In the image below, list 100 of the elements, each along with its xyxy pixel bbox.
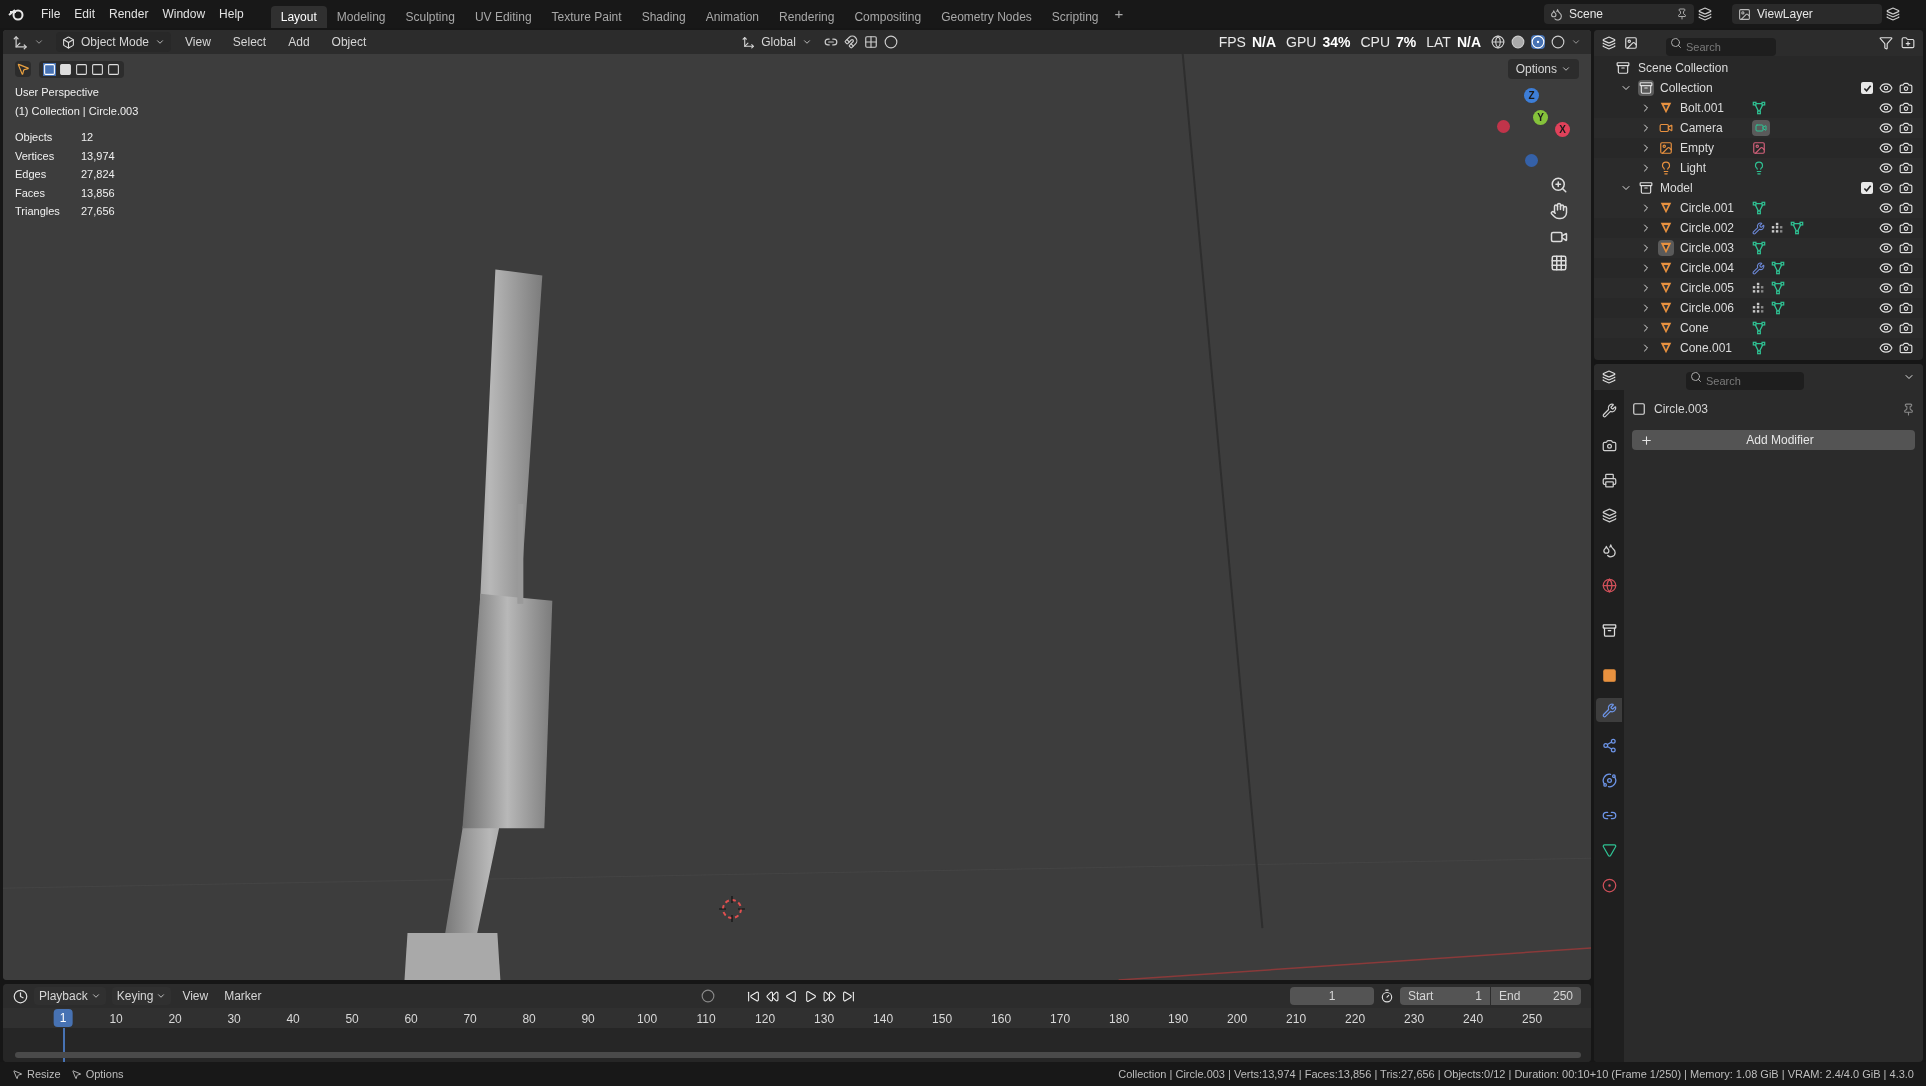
visibility-icon[interactable] bbox=[1879, 101, 1893, 115]
outliner-item[interactable]: Scene Collection bbox=[1638, 59, 1729, 77]
render-icon[interactable] bbox=[1899, 241, 1913, 255]
workspace-tab[interactable]: Modeling bbox=[326, 6, 396, 28]
checkbox[interactable] bbox=[1861, 82, 1873, 94]
outliner-item[interactable]: Circle.003 bbox=[1680, 239, 1746, 257]
workspace-tab[interactable]: Animation bbox=[695, 6, 770, 28]
visibility-icon[interactable] bbox=[1879, 341, 1893, 355]
outliner-item[interactable]: Light bbox=[1680, 159, 1746, 177]
orientation-dropdown[interactable]: Global bbox=[736, 32, 818, 52]
modifier-tab-icon[interactable] bbox=[1601, 702, 1617, 718]
outliner-item[interactable]: Circle.005 bbox=[1680, 279, 1746, 297]
mode-dropdown[interactable]: Object Mode bbox=[56, 32, 172, 52]
zoom-icon[interactable] bbox=[1550, 176, 1568, 194]
caret-icon[interactable] bbox=[34, 37, 44, 47]
logo-icon[interactable] bbox=[8, 6, 24, 22]
play-icon[interactable] bbox=[804, 989, 818, 1003]
new-collection-icon[interactable] bbox=[1901, 36, 1915, 50]
visibility-icon[interactable] bbox=[1879, 281, 1893, 295]
timeline-menu[interactable]: View bbox=[177, 987, 214, 1005]
timeline-menu[interactable]: Keying bbox=[111, 987, 172, 1005]
select-new-icon[interactable] bbox=[43, 62, 56, 76]
filter-icon[interactable] bbox=[1879, 36, 1893, 50]
jump-end-icon[interactable] bbox=[842, 989, 856, 1003]
workspace-tab[interactable]: Compositing bbox=[844, 6, 932, 28]
visibility-icon[interactable] bbox=[1879, 81, 1893, 95]
render-icon[interactable] bbox=[1899, 121, 1913, 135]
render-icon[interactable] bbox=[1899, 81, 1913, 95]
proportional-edit-icon[interactable] bbox=[883, 35, 898, 49]
jump-start-icon[interactable] bbox=[747, 989, 761, 1003]
wireframe-shading-icon[interactable] bbox=[1491, 35, 1505, 49]
outliner-item[interactable]: Cone bbox=[1680, 319, 1746, 337]
rendered-shading-icon[interactable] bbox=[1551, 35, 1565, 49]
pan-icon[interactable] bbox=[1550, 202, 1568, 220]
outliner-item[interactable]: Circle.002 bbox=[1680, 219, 1746, 237]
render-icon[interactable] bbox=[1899, 321, 1913, 335]
select-tool-icon[interactable] bbox=[15, 61, 31, 77]
physics-tab-icon[interactable] bbox=[1601, 772, 1617, 788]
visibility-icon[interactable] bbox=[1879, 181, 1893, 195]
scene-selector[interactable]: Scene bbox=[1544, 4, 1694, 24]
visibility-icon[interactable] bbox=[1879, 241, 1893, 255]
material-shading-icon[interactable] bbox=[1531, 35, 1545, 49]
editor-type-icon[interactable] bbox=[1602, 370, 1616, 384]
play-reverse-icon[interactable] bbox=[785, 989, 799, 1003]
tool-tab-icon[interactable] bbox=[1601, 402, 1617, 418]
pin-icon[interactable] bbox=[1676, 8, 1688, 20]
scene-tab-icon[interactable] bbox=[1601, 542, 1617, 558]
render-icon[interactable] bbox=[1899, 281, 1913, 295]
render-icon[interactable] bbox=[1899, 221, 1913, 235]
object-tab-icon[interactable] bbox=[1601, 667, 1617, 683]
solid-shading-icon[interactable] bbox=[1511, 35, 1525, 49]
workspace-tab[interactable]: Texture Paint bbox=[541, 6, 632, 28]
material-tab-icon[interactable] bbox=[1601, 877, 1617, 893]
menu-item[interactable]: Window bbox=[155, 5, 213, 23]
collection-tab-icon[interactable] bbox=[1601, 622, 1617, 638]
display-mode-icon[interactable] bbox=[1602, 36, 1616, 50]
start-frame-field[interactable]: Start 1 bbox=[1400, 987, 1490, 1005]
caret-icon[interactable] bbox=[1571, 37, 1581, 47]
render-icon[interactable] bbox=[1899, 201, 1913, 215]
snap-icon[interactable] bbox=[843, 35, 858, 49]
options-dropdown[interactable]: Options bbox=[1507, 59, 1579, 79]
outliner-item[interactable]: Collection bbox=[1660, 79, 1855, 97]
render-icon[interactable] bbox=[1899, 301, 1913, 315]
visibility-icon[interactable] bbox=[1879, 261, 1893, 275]
workspace-tab[interactable]: Rendering bbox=[769, 6, 845, 28]
render-icon[interactable] bbox=[1899, 101, 1913, 115]
world-tab-icon[interactable] bbox=[1601, 577, 1617, 593]
outliner-item[interactable]: Cone.001 bbox=[1680, 339, 1746, 357]
header-menu[interactable]: Object bbox=[323, 33, 375, 51]
header-menu[interactable]: Add bbox=[280, 33, 318, 51]
render-icon[interactable] bbox=[1899, 261, 1913, 275]
view-layer-selector[interactable]: ViewLayer bbox=[1732, 4, 1882, 24]
previous-key-icon[interactable] bbox=[766, 989, 780, 1003]
editor-type-icon[interactable] bbox=[13, 988, 28, 1004]
render-icon[interactable] bbox=[1899, 161, 1913, 175]
header-menu[interactable]: Select bbox=[224, 33, 275, 51]
select-invert-icon[interactable] bbox=[91, 62, 104, 76]
pin-icon[interactable] bbox=[1902, 402, 1915, 416]
add-workspace-button[interactable]: + bbox=[1108, 2, 1130, 26]
menu-item[interactable]: Render bbox=[102, 5, 156, 23]
outliner-item[interactable]: Empty bbox=[1680, 139, 1746, 157]
timeline-menu[interactable]: Playback bbox=[34, 987, 106, 1005]
visibility-icon[interactable] bbox=[1879, 161, 1893, 175]
search-field[interactable]: Search bbox=[1666, 38, 1776, 56]
grid-view-icon[interactable] bbox=[1550, 254, 1568, 272]
outliner-item[interactable]: Circle.006 bbox=[1680, 299, 1746, 317]
auto-key-icon[interactable] bbox=[701, 989, 716, 1003]
visibility-icon[interactable] bbox=[1879, 141, 1893, 155]
menu-item[interactable]: Edit bbox=[67, 5, 103, 23]
end-frame-field[interactable]: End 250 bbox=[1491, 987, 1581, 1005]
visibility-icon[interactable] bbox=[1879, 321, 1893, 335]
new-scene-icon[interactable] bbox=[1698, 7, 1712, 21]
timeline-menu[interactable]: Marker bbox=[219, 987, 267, 1005]
search-field[interactable]: Search bbox=[1686, 372, 1804, 390]
playhead[interactable]: 1 bbox=[53, 1009, 73, 1027]
new-view-layer-icon[interactable] bbox=[1886, 7, 1900, 21]
render-icon[interactable] bbox=[1899, 181, 1913, 195]
outliner-item[interactable]: Camera bbox=[1680, 119, 1746, 137]
workspace-tab[interactable]: Scripting bbox=[1041, 6, 1109, 28]
workspace-tab[interactable]: Geometry Nodes bbox=[931, 6, 1042, 28]
